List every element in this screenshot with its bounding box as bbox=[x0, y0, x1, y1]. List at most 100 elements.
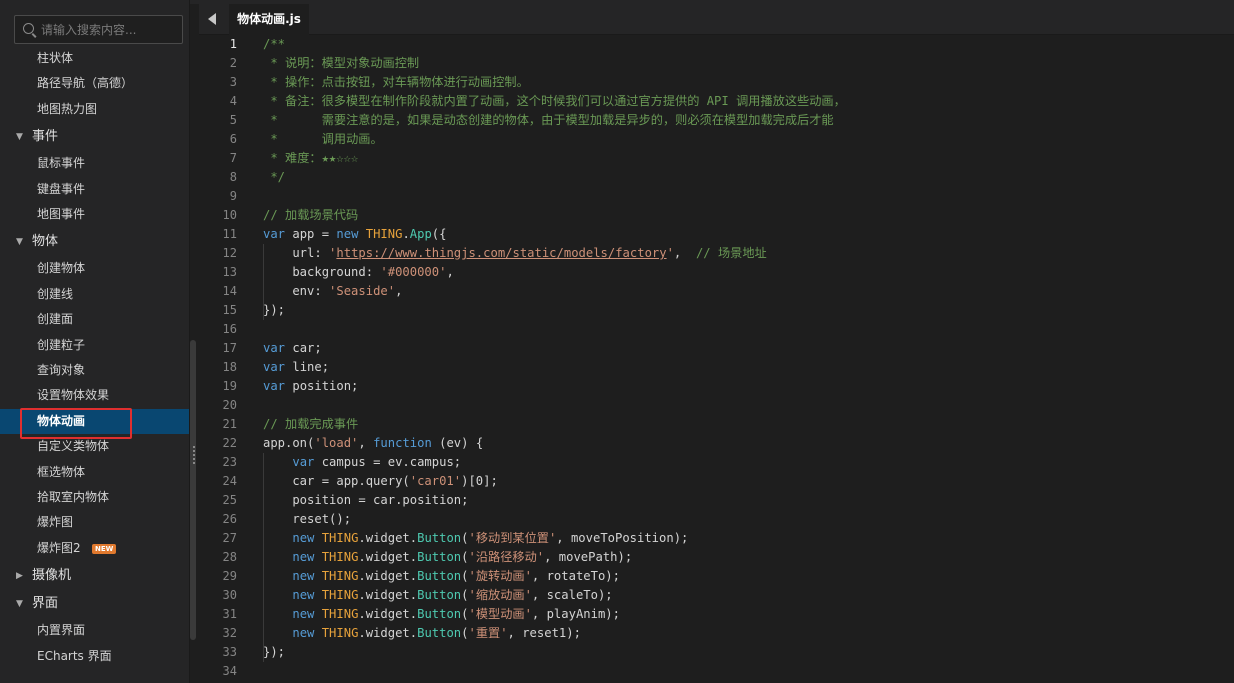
code-line[interactable]: /** bbox=[263, 35, 285, 54]
code-token: new bbox=[292, 588, 315, 602]
tree-group-label: 事件 bbox=[32, 129, 59, 145]
code-line[interactable]: * 说明：模型对象动画控制 bbox=[263, 54, 419, 73]
code-line[interactable]: var position; bbox=[263, 377, 358, 396]
code-line[interactable]: new THING.widget.Button('移动到某位置', moveTo… bbox=[263, 529, 688, 548]
tree-item[interactable]: 拾取室内物体 bbox=[0, 485, 189, 510]
tree-item[interactable]: 地图热力图 bbox=[0, 97, 189, 122]
tree-item-label: 创建粒子 bbox=[37, 337, 86, 352]
tree-item-label: 柱状体 bbox=[37, 51, 74, 65]
code-line[interactable]: var car; bbox=[263, 339, 322, 358]
code-token: 'load' bbox=[314, 436, 359, 450]
code-token: * 难度：★★☆☆☆ bbox=[263, 151, 359, 165]
tree-item[interactable]: 键盘事件 bbox=[0, 177, 189, 202]
tab-scroll-left-button[interactable] bbox=[199, 4, 227, 35]
code-token: campus = ev.campus; bbox=[314, 455, 462, 469]
search-box[interactable] bbox=[14, 15, 183, 44]
tree-item[interactable]: ECharts 界面 bbox=[0, 644, 189, 669]
code-token: new bbox=[292, 531, 315, 545]
code-token: car = app.query( bbox=[263, 474, 410, 488]
code-editor[interactable]: 1 2 3 4 5 6 7 8 9 10 11 12 13 14 15 16 17 18 19 20 21 22 23 24 2… bbox=[199, 35, 1234, 683]
tree-item[interactable]: 爆炸图 bbox=[0, 510, 189, 535]
search-input[interactable] bbox=[41, 20, 179, 40]
code-line[interactable]: background: '#000000', bbox=[263, 263, 453, 282]
tree-item[interactable]: 创建线 bbox=[0, 282, 189, 307]
line-number: 9 bbox=[229, 189, 237, 203]
code-line[interactable]: new THING.widget.Button('重置', reset1); bbox=[263, 624, 581, 643]
code-line[interactable]: app.on('load', function (ev) { bbox=[263, 434, 483, 453]
code-token: THING bbox=[321, 569, 359, 583]
tree-item[interactable]: 路径导航（高德） bbox=[0, 71, 189, 96]
code-token: THING bbox=[321, 550, 359, 564]
tree-item[interactable]: 设置物体效果 bbox=[0, 383, 189, 408]
code-line[interactable]: var line; bbox=[263, 358, 329, 377]
tree-item[interactable]: 爆炸图2 NEW bbox=[0, 536, 189, 561]
sidebar-scrollbar[interactable] bbox=[190, 340, 196, 640]
code-line[interactable]: var app = new THING.App({ bbox=[263, 225, 446, 244]
tree-item[interactable]: 创建面 bbox=[0, 307, 189, 332]
code-line[interactable]: // 加载场景代码 bbox=[263, 206, 358, 225]
code-token: '模型动画' bbox=[468, 607, 532, 621]
line-number: 14 bbox=[222, 284, 237, 298]
code-line[interactable]: * 需要注意的是，如果是动态创建的物体，由于模型加载是异步的，则必须在模型加载完… bbox=[263, 111, 833, 130]
tree-item[interactable]: 地图事件 bbox=[0, 202, 189, 227]
code-line[interactable]: new THING.widget.Button('沿路径移动', movePat… bbox=[263, 548, 632, 567]
tree-item-label: 创建面 bbox=[37, 312, 74, 327]
tree-group[interactable]: ▼ 物体 bbox=[0, 228, 189, 256]
code-line[interactable]: // 加载完成事件 bbox=[263, 415, 358, 434]
tree-item[interactable]: 柱状体 bbox=[0, 46, 189, 71]
code-token: var bbox=[263, 360, 286, 374]
chevron-down-icon[interactable]: ▼ bbox=[16, 123, 23, 151]
code-token: '#000000' bbox=[380, 265, 447, 279]
code-line[interactable]: * 备注：很多模型在制作阶段就内置了动画，这个时候我们可以通过官方提供的 API… bbox=[263, 92, 845, 111]
line-number: 26 bbox=[222, 512, 237, 526]
tree-group[interactable]: ▼ 界面 bbox=[0, 590, 189, 618]
tree-item-label: 框选物体 bbox=[37, 464, 86, 479]
tree-group[interactable]: ▶ 摄像机 bbox=[0, 562, 189, 590]
code-token: https://www.thingjs.com/static/models/fa… bbox=[336, 246, 667, 260]
code-token: var bbox=[292, 455, 315, 469]
code-line[interactable]: car = app.query('car01')[0]; bbox=[263, 472, 497, 491]
code-line[interactable]: env: 'Seaside', bbox=[263, 282, 402, 301]
code-line[interactable]: */ bbox=[263, 168, 285, 187]
line-number: 13 bbox=[222, 265, 237, 279]
code-line[interactable]: * 操作：点击按钮，对车辆物体进行动画控制。 bbox=[263, 73, 528, 92]
code-line[interactable]: * 调用动画。 bbox=[263, 130, 382, 149]
tree-item[interactable]: 查询对象 bbox=[0, 358, 189, 383]
tree-item-label: 设置物体效果 bbox=[37, 388, 110, 403]
code-token: , moveToPosition); bbox=[556, 531, 689, 545]
tree-item[interactable]: 创建物体 bbox=[0, 256, 189, 281]
line-number: 8 bbox=[229, 170, 237, 184]
code-token: Button bbox=[417, 569, 462, 583]
chevron-right-icon[interactable]: ▶ bbox=[16, 562, 23, 590]
tab-active-file[interactable]: 物体动画.js bbox=[229, 4, 309, 35]
code-token: // 加载场景代码 bbox=[263, 208, 359, 222]
tree-item[interactable]: 框选物体 bbox=[0, 460, 189, 485]
tree-group[interactable]: ▼ 事件 bbox=[0, 123, 189, 151]
code-token: Button bbox=[417, 531, 462, 545]
tree-item[interactable]: 物体动画 bbox=[0, 408, 189, 434]
tree-item[interactable]: 内置界面 bbox=[0, 618, 189, 643]
tree-item[interactable]: 创建粒子 bbox=[0, 333, 189, 358]
code-token: THING bbox=[321, 607, 359, 621]
code-line[interactable]: new THING.widget.Button('模型动画', playAnim… bbox=[263, 605, 620, 624]
line-number: 11 bbox=[222, 227, 237, 241]
tree-item[interactable]: 自定义类物体 bbox=[0, 434, 189, 459]
chevron-down-icon[interactable]: ▼ bbox=[16, 228, 23, 256]
chevron-down-icon[interactable]: ▼ bbox=[16, 590, 23, 618]
code-line[interactable]: }); bbox=[263, 301, 285, 320]
code-line[interactable]: position = car.position; bbox=[263, 491, 468, 510]
code-line[interactable]: new THING.widget.Button('缩放动画', scaleTo)… bbox=[263, 586, 612, 605]
code-line[interactable]: var campus = ev.campus; bbox=[263, 453, 461, 472]
code-line[interactable]: new THING.widget.Button('旋转动画', rotateTo… bbox=[263, 567, 620, 586]
code-line[interactable]: * 难度：★★☆☆☆ bbox=[263, 149, 358, 168]
code-line[interactable]: url: 'https://www.thingjs.com/static/mod… bbox=[263, 244, 766, 263]
splitter-grip[interactable] bbox=[193, 446, 195, 464]
code-token: .widget. bbox=[358, 607, 418, 621]
tree-item[interactable]: 鼠标事件 bbox=[0, 151, 189, 176]
new-badge: NEW bbox=[92, 543, 117, 554]
code-line[interactable]: reset(); bbox=[263, 510, 351, 529]
code-token: new bbox=[336, 227, 359, 241]
code-line[interactable]: }); bbox=[263, 643, 285, 662]
code-token: * 说明：模型对象动画控制 bbox=[263, 56, 420, 70]
